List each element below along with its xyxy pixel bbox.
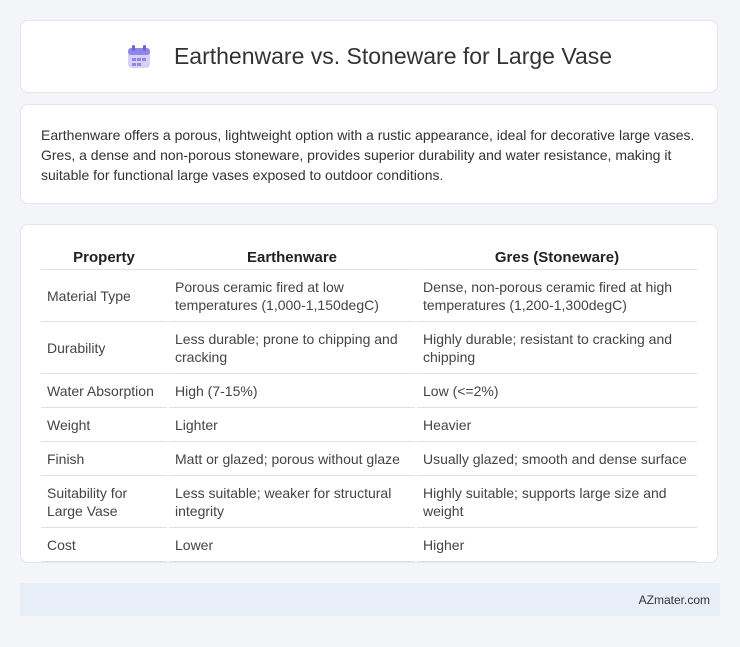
table-row: Weight Lighter Heavier [41, 408, 697, 442]
row-stoneware: Highly suitable; supports large size and… [417, 476, 697, 528]
table-card: Property Earthenware Gres (Stoneware) Ma… [20, 224, 718, 563]
header-stoneware: Gres (Stoneware) [417, 243, 697, 270]
row-property: Suitability for Large Vase [41, 476, 167, 528]
row-earthenware: Less durable; prone to chipping and crac… [169, 322, 415, 374]
row-property: Cost [41, 528, 167, 562]
row-stoneware: Low (<=2%) [417, 374, 697, 408]
row-property: Material Type [41, 270, 167, 322]
row-stoneware: Highly durable; resistant to cracking an… [417, 322, 697, 374]
table-row: Finish Matt or glazed; porous without gl… [41, 442, 697, 476]
table-row: Durability Less durable; prone to chippi… [41, 322, 697, 374]
intro-card: Earthenware offers a porous, lightweight… [20, 104, 718, 204]
row-property: Durability [41, 322, 167, 374]
table-row: Cost Lower Higher [41, 528, 697, 562]
table-header-row: Property Earthenware Gres (Stoneware) [41, 243, 697, 270]
header-property: Property [41, 243, 167, 270]
row-earthenware: Lighter [169, 408, 415, 442]
footer-brand-link[interactable]: AZmater.com [639, 593, 710, 607]
footer: AZmater.com [20, 583, 720, 616]
row-earthenware: Porous ceramic fired at low temperatures… [169, 270, 415, 322]
row-stoneware: Dense, non-porous ceramic fired at high … [417, 270, 697, 322]
calendar-icon [126, 44, 152, 70]
table-row: Material Type Porous ceramic fired at lo… [41, 270, 697, 322]
row-stoneware: Higher [417, 528, 697, 562]
row-earthenware: Lower [169, 528, 415, 562]
row-earthenware: Matt or glazed; porous without glaze [169, 442, 415, 476]
row-property: Water Absorption [41, 374, 167, 408]
intro-text: Earthenware offers a porous, lightweight… [41, 127, 695, 183]
header-earthenware: Earthenware [169, 243, 415, 270]
table-row: Water Absorption High (7-15%) Low (<=2%) [41, 374, 697, 408]
row-property: Finish [41, 442, 167, 476]
row-stoneware: Usually glazed; smooth and dense surface [417, 442, 697, 476]
title-card: Earthenware vs. Stoneware for Large Vase [20, 20, 718, 93]
row-earthenware: High (7-15%) [169, 374, 415, 408]
page-title: Earthenware vs. Stoneware for Large Vase [173, 43, 613, 69]
comparison-table: Property Earthenware Gres (Stoneware) Ma… [39, 243, 699, 562]
table-row: Suitability for Large Vase Less suitable… [41, 476, 697, 528]
row-property: Weight [41, 408, 167, 442]
row-earthenware: Less suitable; weaker for structural int… [169, 476, 415, 528]
row-stoneware: Heavier [417, 408, 697, 442]
